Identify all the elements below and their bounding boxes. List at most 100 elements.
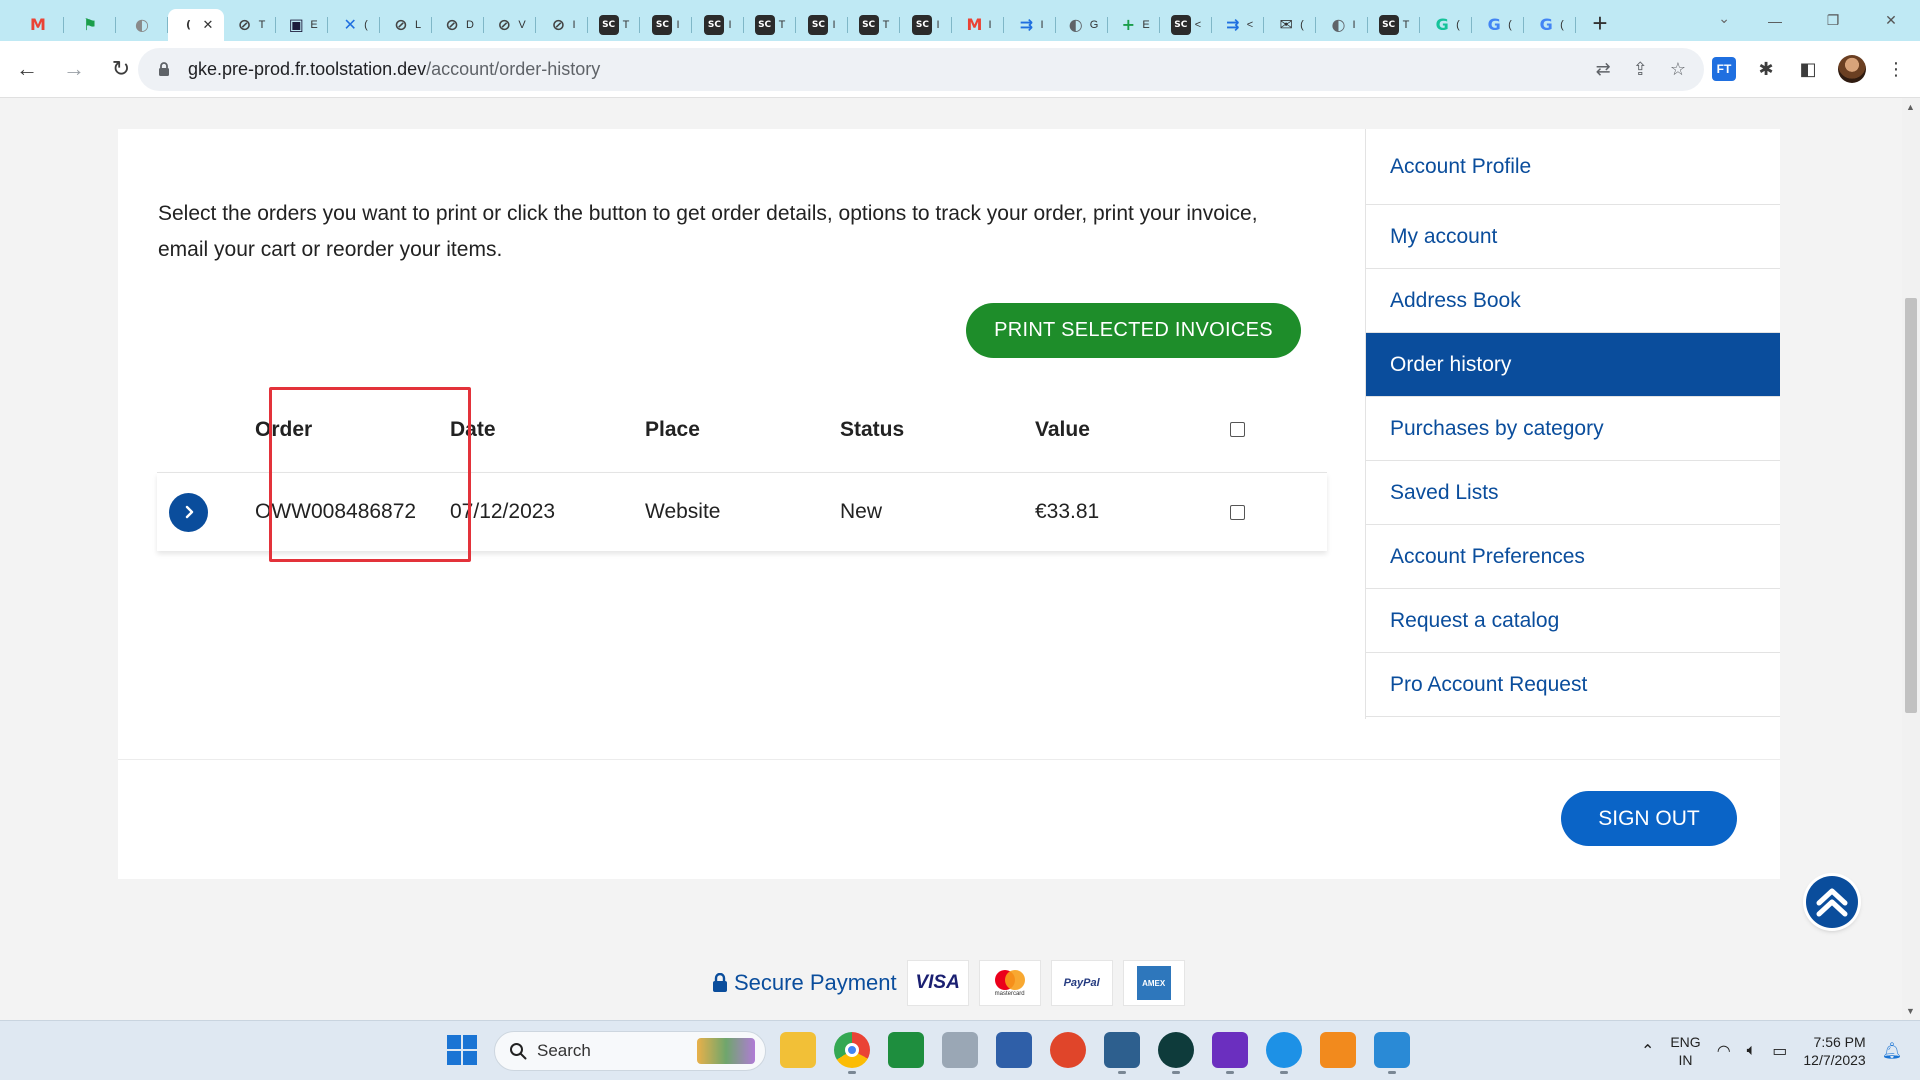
browser-tab[interactable]: SC T <box>744 9 796 41</box>
browser-tab[interactable]: ▣ E <box>276 9 328 41</box>
translate-icon[interactable]: ⇄ <box>1596 59 1611 80</box>
windows-start-icon[interactable] <box>447 1035 477 1065</box>
sidebar-item-account-preferences[interactable]: Account Preferences <box>1366 525 1780 589</box>
gitkraken-icon[interactable] <box>1158 1032 1194 1074</box>
browser-tab[interactable]: ⇉ I <box>1004 9 1056 41</box>
chevron-up-icon[interactable]: ⌃ <box>1641 1041 1654 1061</box>
snipping-tool-icon[interactable] <box>996 1032 1032 1068</box>
file-explorer-icon[interactable] <box>780 1032 816 1068</box>
print-selected-invoices-button[interactable]: PRINT SELECTED INVOICES <box>966 303 1301 358</box>
share-icon[interactable]: ⇪ <box>1633 59 1648 80</box>
browser-tab[interactable]: ◐ G <box>1056 9 1108 41</box>
browser-tab[interactable]: ⊘ I <box>536 9 588 41</box>
chrome-icon[interactable] <box>834 1032 870 1074</box>
bookmark-star-icon[interactable]: ☆ <box>1670 59 1686 80</box>
jira-icon: ⇉ <box>1226 15 1240 34</box>
sc-icon: SC <box>808 14 829 35</box>
taskbar-apps <box>780 1032 1410 1074</box>
remote-desktop-icon[interactable] <box>942 1032 978 1068</box>
sc-icon: SC <box>652 14 673 35</box>
sidebar-item-saved-lists[interactable]: Saved Lists <box>1366 461 1780 525</box>
postman-icon[interactable] <box>1050 1032 1086 1068</box>
jira-icon: ⇉ <box>1019 15 1034 34</box>
sidebar-item-pro-account-request[interactable]: Pro Account Request <box>1366 653 1780 717</box>
browser-tab[interactable]: ⇉ < <box>1212 9 1264 41</box>
browser-tab[interactable]: ◐ <box>116 9 168 41</box>
phpstorm-icon[interactable] <box>1212 1032 1248 1074</box>
new-tab-button[interactable]: + <box>1584 8 1616 40</box>
sql-tool-icon[interactable] <box>1104 1032 1140 1074</box>
extension-ft-icon[interactable]: FT <box>1712 57 1736 81</box>
page-scrollbar[interactable]: ▲ ▼ <box>1902 98 1920 1020</box>
browser-tab[interactable]: ✉( <box>1264 9 1316 41</box>
side-panel-icon[interactable]: ◧ <box>1796 57 1820 81</box>
lock-icon[interactable] <box>156 62 172 78</box>
notification-bell-icon[interactable]: 🔔︎ <box>1882 1041 1902 1061</box>
browser-tab[interactable]: MI <box>952 9 1004 41</box>
browser-tab[interactable]: ⊘ V <box>484 9 536 41</box>
link-icon: ⊘ <box>551 15 566 34</box>
kebab-menu-icon[interactable]: ⋮ <box>1884 57 1908 81</box>
sidebar-item-address-book[interactable]: Address Book <box>1366 269 1780 333</box>
address-bar[interactable]: gke.pre-prod.fr.toolstation.dev/account/… <box>138 48 1704 91</box>
profile-avatar[interactable] <box>1838 55 1866 83</box>
sidebar-item-order-history[interactable]: Order history <box>1366 333 1780 397</box>
browser-tab[interactable]: (✕ <box>168 8 224 41</box>
docker-icon[interactable] <box>1266 1032 1302 1074</box>
browser-tab[interactable]: G( <box>1524 9 1576 41</box>
restore-icon[interactable]: ❐ <box>1804 0 1862 41</box>
clock[interactable]: 7:56 PM 12/7/2023 <box>1803 1033 1865 1069</box>
sidebar-item-my-account[interactable]: My account <box>1366 205 1780 269</box>
select-all-checkbox[interactable] <box>1230 422 1245 437</box>
browser-tab[interactable]: SC I <box>692 9 744 41</box>
sidebar-item-account-profile[interactable]: Account Profile <box>1366 129 1780 205</box>
sc-icon: SC <box>754 14 775 35</box>
tab-title: T <box>1402 18 1410 31</box>
sidebar-item-request-a-catalog[interactable]: Request a catalog <box>1366 589 1780 653</box>
notepad-icon[interactable] <box>1374 1032 1410 1074</box>
browser-tab[interactable]: SC < <box>1160 9 1212 41</box>
sc-icon: SC <box>1378 14 1399 35</box>
browser-tab[interactable]: SC I <box>900 9 952 41</box>
scroll-thumb[interactable] <box>1905 298 1917 713</box>
taskbar-search[interactable]: Search <box>494 1031 766 1071</box>
close-window-icon[interactable]: ✕ <box>1862 0 1920 41</box>
browser-tab[interactable]: ⚑ <box>64 9 116 41</box>
back-arrow-icon[interactable]: ← <box>7 49 47 89</box>
row-select-checkbox[interactable] <box>1230 504 1245 520</box>
browser-tab[interactable]: + E <box>1108 9 1160 41</box>
browser-tab[interactable]: ⊘ L <box>380 9 432 41</box>
scroll-down-icon[interactable]: ▼ <box>1906 1006 1915 1016</box>
language-indicator[interactable]: ENG IN <box>1670 1033 1700 1069</box>
browser-tab[interactable]: SC I <box>640 9 692 41</box>
google-chat-icon[interactable] <box>888 1032 924 1068</box>
close-tab-icon[interactable]: ✕ <box>203 17 214 33</box>
reload-icon[interactable]: ↻ <box>101 49 141 89</box>
wifi-icon[interactable]: ◠ <box>1717 1041 1731 1061</box>
sublime-text-icon[interactable] <box>1320 1032 1356 1068</box>
browser-tab[interactable]: SC I <box>796 9 848 41</box>
expand-order-button[interactable] <box>169 492 208 532</box>
scroll-up-icon[interactable]: ▲ <box>1906 102 1915 112</box>
browser-tab[interactable]: ✕( <box>328 9 380 41</box>
puzzle-extensions-icon[interactable]: ✱ <box>1754 57 1778 81</box>
browser-tab[interactable]: ◐ I <box>1316 9 1368 41</box>
minimize-icon[interactable]: — <box>1746 0 1804 41</box>
sign-out-button[interactable]: SIGN OUT <box>1561 791 1737 846</box>
secure-payment-label: Secure Payment <box>734 970 897 995</box>
battery-icon[interactable]: ▭ <box>1772 1041 1787 1061</box>
browser-tab[interactable]: G( <box>1472 9 1524 41</box>
volume-icon[interactable]: 🔈︎ <box>1747 1042 1757 1060</box>
sidebar-item-purchases-by-category[interactable]: Purchases by category <box>1366 397 1780 461</box>
browser-tab[interactable]: SC T <box>1368 9 1420 41</box>
browser-tab[interactable]: SC T <box>588 9 640 41</box>
browser-tab[interactable]: ⊘ D <box>432 9 484 41</box>
tab-search-chevron-icon[interactable]: ⌄ <box>1718 10 1730 27</box>
browser-tab[interactable]: SC T <box>848 9 900 41</box>
forward-arrow-icon[interactable]: → <box>54 49 94 89</box>
browser-tab[interactable]: M <box>12 9 64 41</box>
browser-tab[interactable]: G( <box>1420 9 1472 41</box>
browser-tab[interactable]: ⊘ T <box>224 9 276 41</box>
globe-icon: ◐ <box>135 15 149 34</box>
back-to-top-button[interactable] <box>1806 876 1858 928</box>
